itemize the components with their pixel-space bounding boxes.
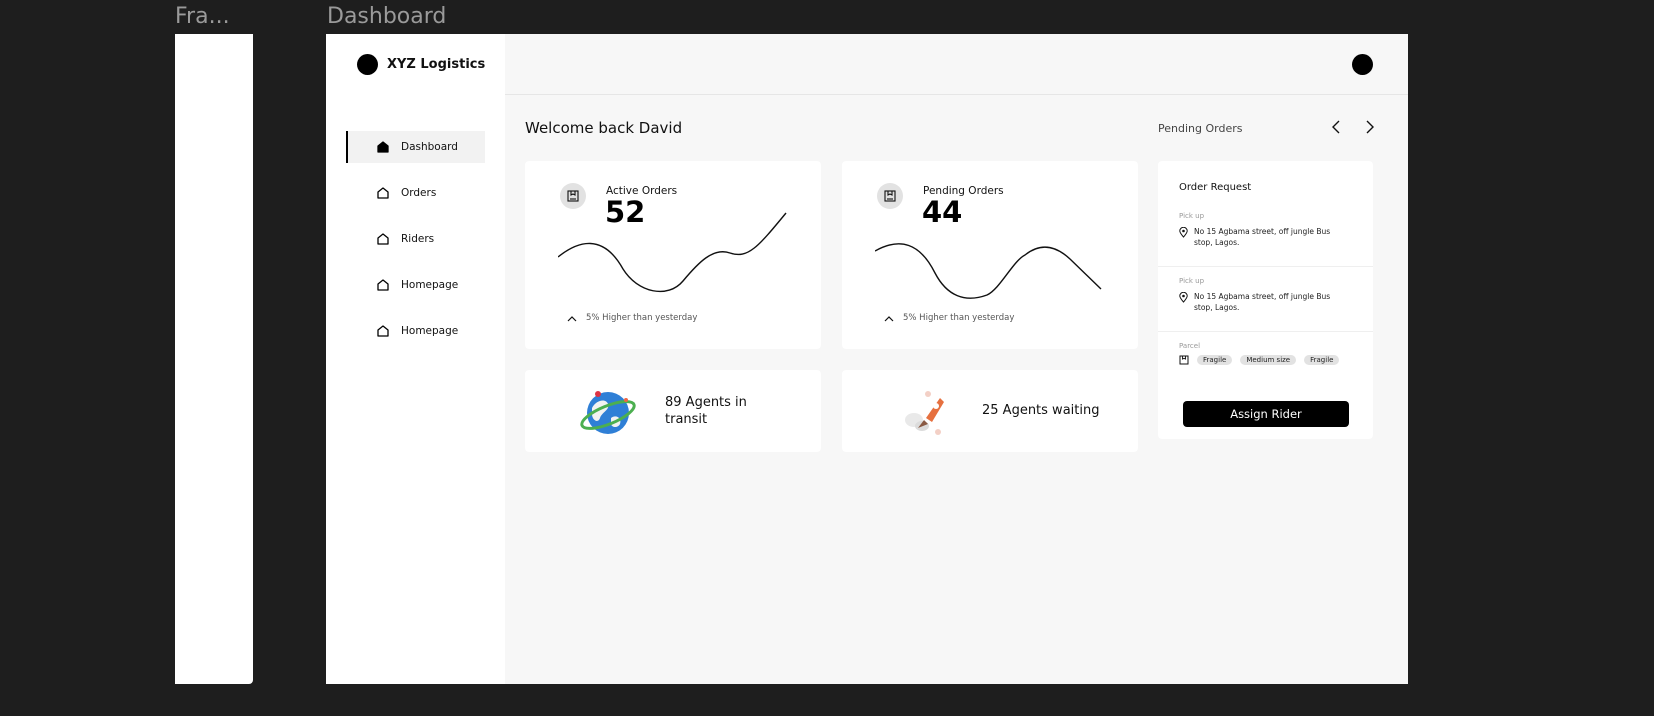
trend-indicator: 5% Higher than yesterday	[884, 313, 1014, 323]
pending-orders-title: Pending Orders	[1158, 122, 1243, 135]
small-frame	[175, 34, 253, 684]
parcel-tags: Fragile Medium size Fragile	[1179, 355, 1340, 365]
sidebar-item-orders[interactable]: Orders	[346, 177, 485, 209]
home-icon	[377, 141, 389, 153]
sidebar-item-dashboard[interactable]: Dashboard	[346, 131, 485, 163]
pending-orders-sparkline	[875, 243, 1102, 299]
pending-orders-card[interactable]: Pending Orders 44 5% Higher than yesterd…	[842, 161, 1138, 349]
sidebar-item-homepage-2[interactable]: Homepage	[346, 315, 485, 347]
pickup-address: No 15 Agbama street, off jungle Bus stop…	[1194, 227, 1331, 247]
pickup-address-row: No 15 Agbama street, off jungle Bus stop…	[1179, 226, 1344, 248]
order-request-card: Order Request Pick up No 15 Agbama stree…	[1158, 161, 1373, 439]
frame-label[interactable]: Fra...	[175, 4, 230, 29]
divider	[1158, 266, 1373, 267]
agents-waiting-card[interactable]: 25 Agents waiting	[842, 370, 1138, 452]
chevron-right-icon[interactable]	[1360, 118, 1378, 136]
page-title: Welcome back David	[525, 119, 683, 137]
sidebar-item-homepage[interactable]: Homepage	[346, 269, 485, 301]
parcel-label: Parcel	[1179, 342, 1201, 350]
sidebar-nav: Dashboard Orders Riders Homepage Homepag…	[346, 131, 485, 361]
sidebar-item-label: Riders	[401, 233, 435, 245]
chevron-up-icon	[567, 315, 577, 321]
pickup-address-row: No 15 Agbama street, off jungle Bus stop…	[1179, 291, 1344, 313]
package-icon	[1179, 355, 1189, 365]
home-icon	[377, 187, 389, 199]
divider	[1158, 331, 1373, 332]
agents-transit-card[interactable]: 89 Agents in transit	[525, 370, 821, 452]
home-icon	[377, 325, 389, 337]
sidebar-item-label: Homepage	[401, 279, 459, 291]
order-request-title: Order Request	[1179, 182, 1252, 193]
home-icon	[377, 233, 389, 245]
sidebar: XYZ Logistics Dashboard Orders Riders Ho…	[326, 34, 505, 684]
sidebar-item-label: Homepage	[401, 325, 459, 337]
active-orders-sparkline	[558, 212, 787, 293]
trend-indicator: 5% Higher than yesterday	[567, 313, 697, 323]
dashboard-frame-label[interactable]: Dashboard	[327, 4, 446, 29]
brand[interactable]: XYZ Logistics	[357, 54, 485, 75]
chevron-left-icon[interactable]	[1328, 118, 1346, 136]
pickup-address: No 15 Agbama street, off jungle Bus stop…	[1194, 292, 1331, 312]
home-icon	[377, 279, 389, 291]
active-orders-card[interactable]: Active Orders 52 5% Higher than yesterda…	[525, 161, 821, 349]
pickup-label: Pick up	[1179, 212, 1205, 220]
agents-waiting-text: 25 Agents waiting	[982, 403, 1100, 418]
sidebar-item-label: Dashboard	[401, 141, 458, 153]
brand-logo-icon	[357, 54, 378, 75]
trend-text: 5% Higher than yesterday	[903, 313, 1015, 323]
sidebar-item-riders[interactable]: Riders	[346, 223, 485, 255]
parcel-tag: Fragile	[1197, 355, 1233, 365]
chevron-up-icon	[884, 315, 894, 321]
dashboard-frame: XYZ Logistics Dashboard Orders Riders Ho…	[326, 34, 1408, 684]
location-pin-icon	[1179, 292, 1188, 303]
parcel-tag: Medium size	[1240, 355, 1297, 365]
parcel-tag: Fragile	[1304, 355, 1340, 365]
pickup-label: Pick up	[1179, 277, 1205, 285]
assign-rider-button[interactable]: Assign Rider	[1183, 401, 1349, 427]
avatar[interactable]	[1352, 54, 1373, 75]
rocket-illustration	[905, 391, 944, 435]
agents-transit-text: 89 Agents in transit	[665, 395, 747, 427]
trend-text: 5% Higher than yesterday	[586, 313, 698, 323]
location-pin-icon	[1179, 227, 1188, 238]
globe-illustration	[580, 391, 636, 434]
topbar	[505, 34, 1408, 95]
sidebar-item-label: Orders	[401, 187, 437, 199]
brand-name: XYZ Logistics	[387, 57, 486, 72]
